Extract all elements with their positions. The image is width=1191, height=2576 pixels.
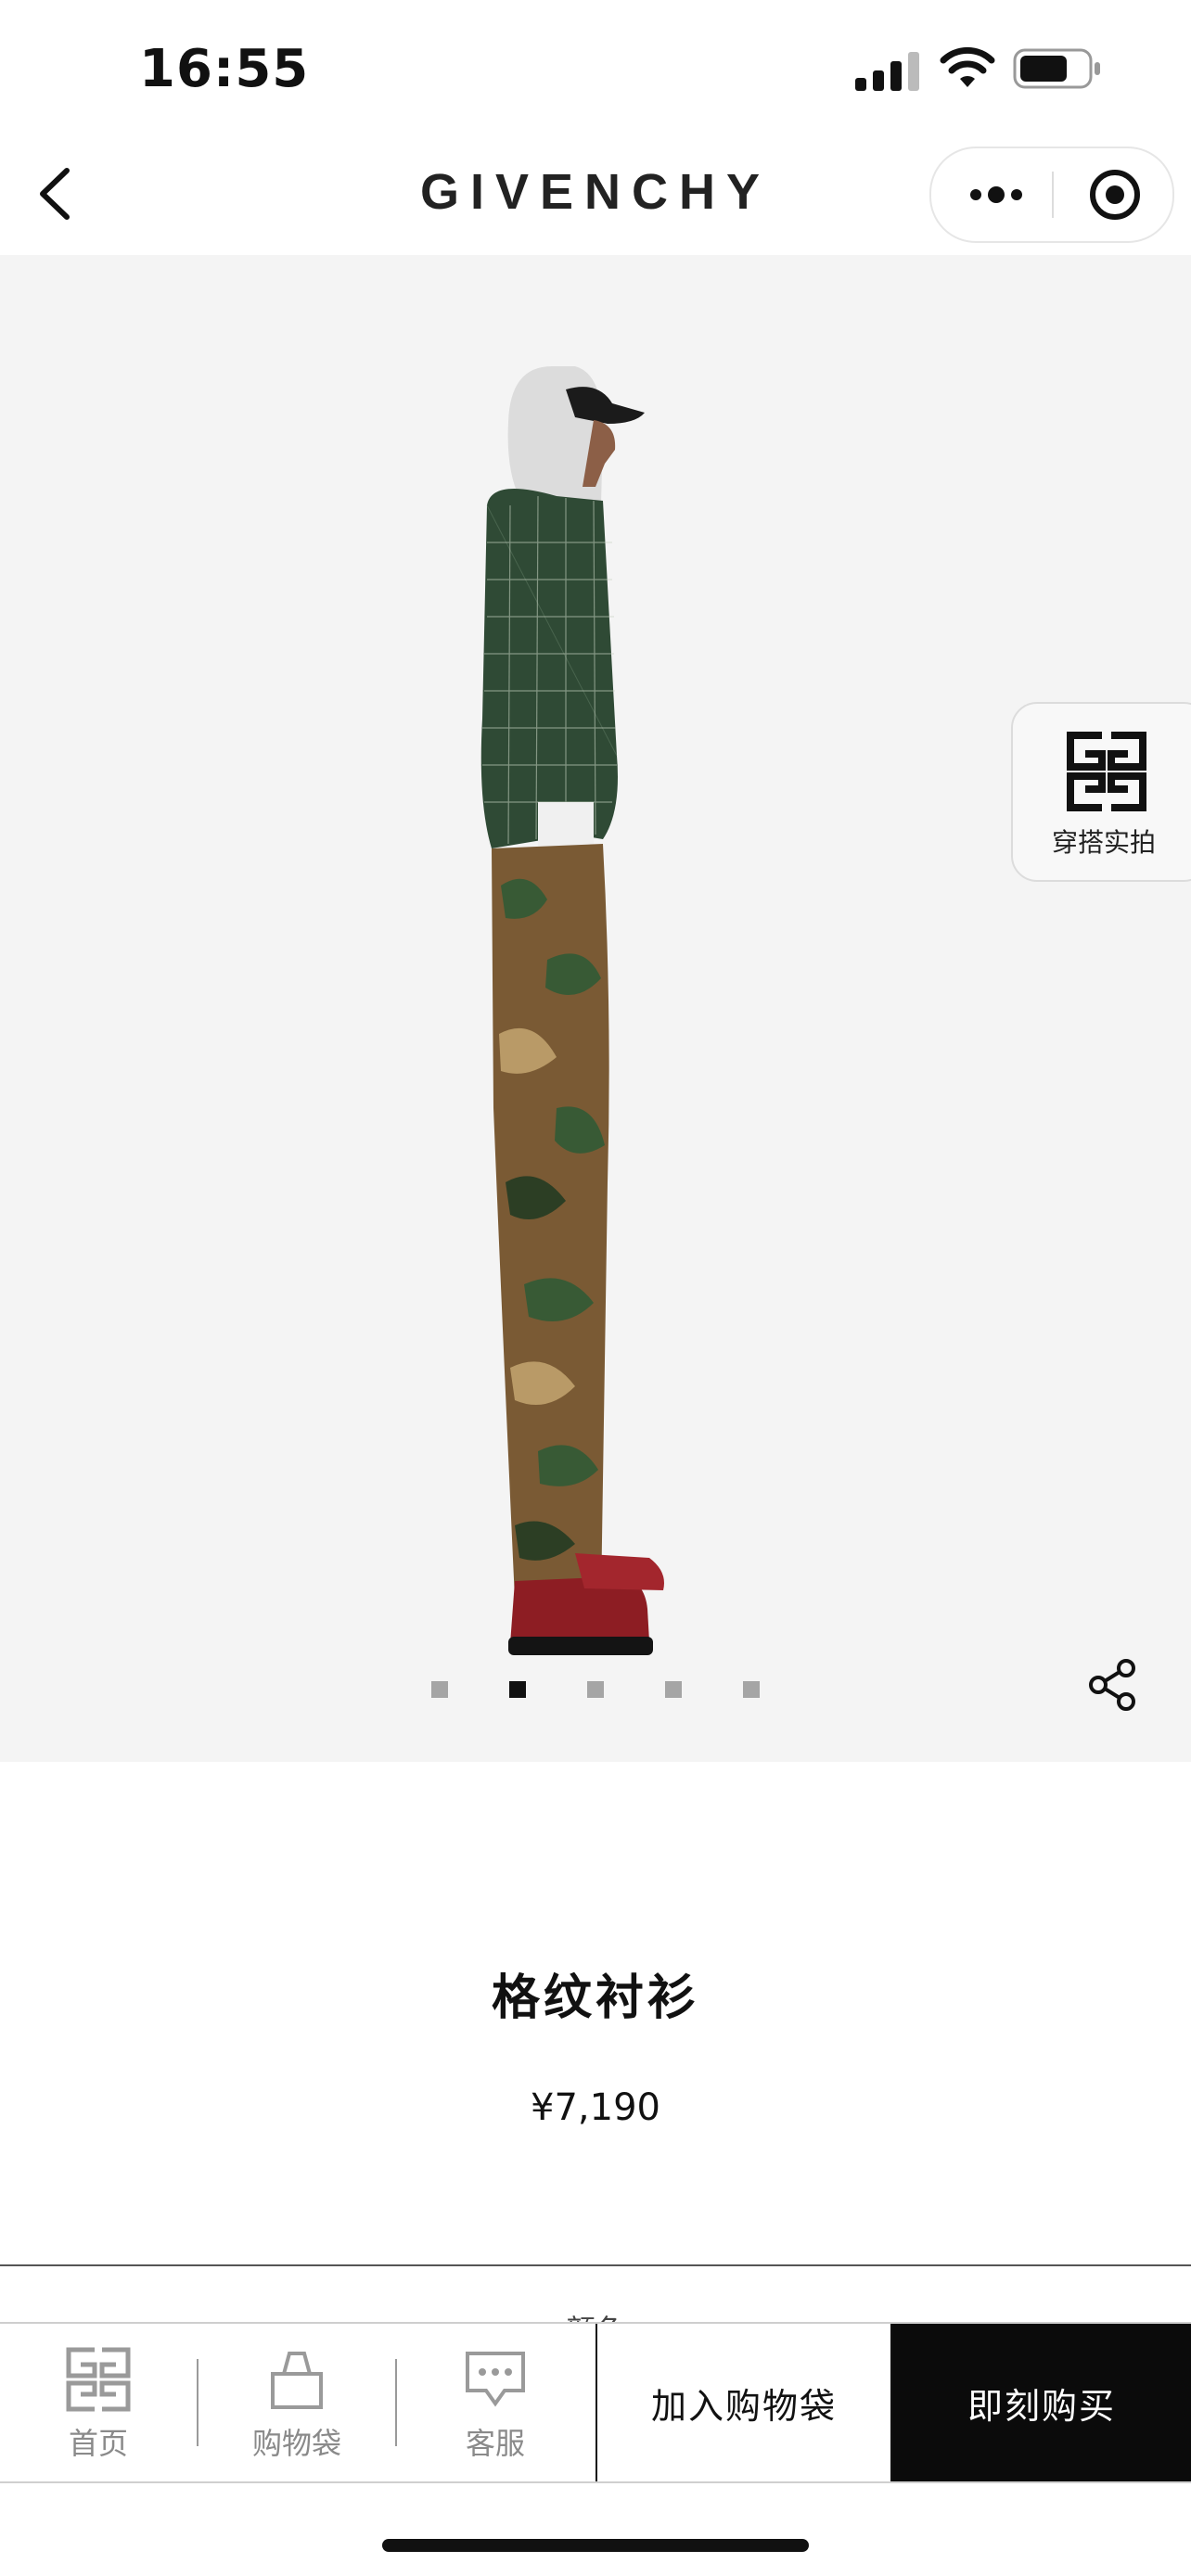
tab-label: 首页	[68, 2426, 128, 2461]
pagination-dot[interactable]	[587, 1681, 604, 1698]
status-bar: 16:55	[0, 0, 1191, 130]
lookbook-button[interactable]: 穿搭实拍	[1011, 702, 1191, 882]
pagination-dot-active[interactable]	[509, 1681, 526, 1698]
bottom-action-bar: 首页 购物袋 客服 加入购物袋 即刻购买	[0, 2322, 1191, 2483]
wifi-icon	[940, 46, 995, 87]
tab-shopping-bag[interactable]: 购物袋	[198, 2324, 395, 2481]
home-indicator[interactable]	[382, 2539, 809, 2552]
pagination-dot[interactable]	[665, 1681, 682, 1698]
gallery-pagination	[0, 1681, 1191, 1700]
lookbook-label: 穿搭实拍	[1051, 827, 1156, 858]
target-icon[interactable]	[1069, 148, 1161, 241]
buy-now-button[interactable]: 即刻购买	[892, 2324, 1191, 2481]
product-name: 格纹衬衫	[491, 1970, 699, 2026]
tab-label: 客服	[465, 2426, 525, 2461]
pagination-dot[interactable]	[431, 1681, 448, 1698]
add-to-bag-button[interactable]: 加入购物袋	[596, 2324, 892, 2481]
more-dots-icon[interactable]	[950, 148, 1043, 241]
tab-home[interactable]: 首页	[0, 2324, 197, 2481]
givenchy-4g-logo-icon	[1067, 732, 1146, 811]
capsule-divider	[1052, 172, 1054, 218]
shopping-bag-icon	[271, 2352, 323, 2409]
nav-bar: GIVENCHY	[0, 130, 1191, 255]
givenchy-logo-icon	[66, 2347, 131, 2412]
tab-customer-service[interactable]: 客服	[397, 2324, 594, 2481]
product-image-gallery[interactable]: 穿搭实拍	[0, 255, 1191, 1762]
section-divider	[0, 2264, 1191, 2266]
product-price: ¥7,190	[531, 2086, 660, 2129]
tab-label: 购物袋	[251, 2426, 341, 2461]
pagination-dot[interactable]	[743, 1681, 760, 1698]
cellular-signal-icon	[855, 52, 919, 91]
status-time: 16:55	[139, 39, 310, 99]
mini-program-capsule	[929, 147, 1174, 243]
battery-icon	[1013, 48, 1100, 89]
chat-icon	[466, 2352, 525, 2407]
product-photo	[480, 366, 664, 1655]
share-icon[interactable]	[1083, 1655, 1143, 1715]
